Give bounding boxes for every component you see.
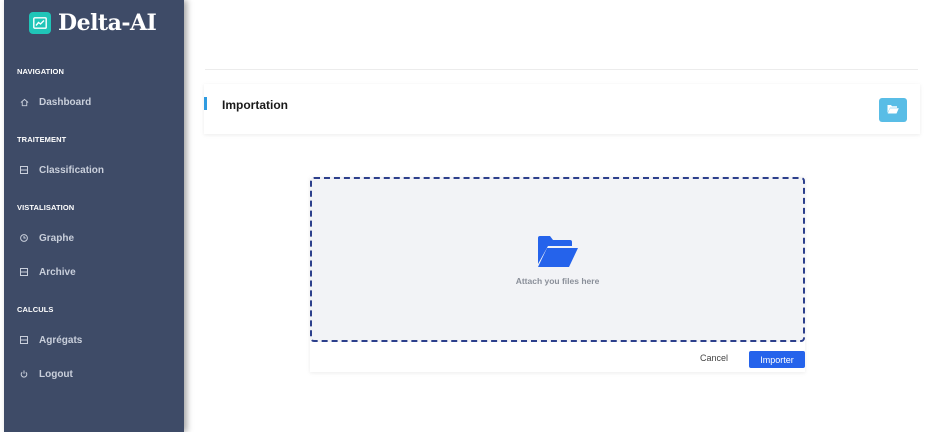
- list-icon: [18, 268, 30, 276]
- title-accent-bar: [204, 97, 207, 110]
- sidebar-item-label: Archive: [39, 266, 76, 278]
- sidebar-item-agregats[interactable]: Agrégats: [18, 332, 82, 348]
- brand-name: Delta-AI: [58, 10, 157, 36]
- sidebar-item-label: Classification: [39, 164, 105, 176]
- list-icon: [18, 336, 30, 344]
- sidebar-item-label: Graphe: [39, 232, 75, 244]
- folder-open-icon: [537, 236, 579, 273]
- section-vistalisation: VISTALISATION: [17, 203, 75, 212]
- sidebar-item-dashboard[interactable]: Dashboard: [18, 94, 91, 110]
- open-folder-button[interactable]: [879, 98, 907, 122]
- upload-panel: Attach you files here Cancel Importer: [310, 177, 805, 372]
- sidebar-item-label: Logout: [39, 368, 73, 380]
- folder-open-icon: [887, 101, 899, 119]
- sidebar: Delta-AI NAVIGATION Dashboard TRAITEMENT…: [4, 0, 184, 432]
- home-icon: [18, 98, 30, 107]
- importation-header-card: Importation: [204, 84, 920, 134]
- sidebar-item-archive[interactable]: Archive: [18, 264, 76, 280]
- sidebar-item-graphe[interactable]: Graphe: [18, 230, 74, 246]
- sidebar-item-label: Agrégats: [39, 334, 83, 346]
- sidebar-item-classification[interactable]: Classification: [18, 162, 104, 178]
- page-title: Importation: [222, 98, 288, 112]
- import-button[interactable]: Importer: [749, 351, 805, 368]
- cancel-button[interactable]: Cancel: [700, 353, 728, 363]
- list-icon: [18, 166, 30, 174]
- power-icon: [18, 370, 30, 378]
- dropzone-hint: Attach you files here: [515, 276, 600, 286]
- sidebar-item-logout[interactable]: Logout: [18, 366, 73, 382]
- section-traitement: TRAITEMENT: [17, 135, 67, 144]
- clock-icon: [18, 234, 30, 242]
- section-navigation: NAVIGATION: [17, 67, 64, 76]
- sidebar-item-label: Dashboard: [39, 96, 92, 108]
- section-calculs: CALCULS: [17, 305, 54, 314]
- chart-line-icon: [29, 12, 51, 34]
- divider: [205, 69, 918, 70]
- brand[interactable]: Delta-AI: [29, 10, 157, 36]
- file-dropzone[interactable]: Attach you files here: [310, 177, 805, 342]
